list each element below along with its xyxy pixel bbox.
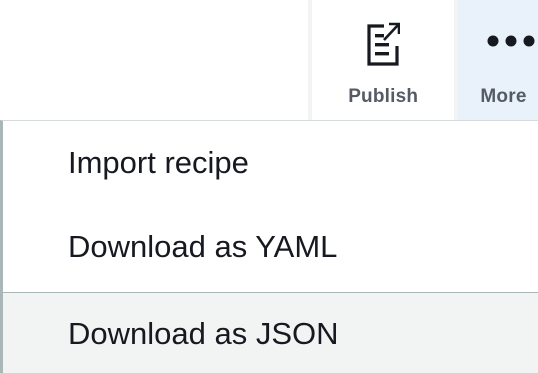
more-dots-icon bbox=[486, 34, 538, 53]
publish-icon bbox=[366, 20, 401, 71]
more-dropdown-menu: Import recipe Download as YAML Download … bbox=[0, 120, 538, 373]
more-button[interactable]: More bbox=[458, 0, 538, 120]
app-stage: Publish More Import recipe Download as Y… bbox=[0, 0, 538, 373]
more-label: More bbox=[480, 86, 527, 107]
toolbar: Publish More bbox=[308, 0, 538, 120]
publish-label: Publish bbox=[348, 86, 419, 107]
menu-item-download-json[interactable]: Download as JSON bbox=[3, 292, 538, 373]
menu-item-label: Download as YAML bbox=[68, 229, 338, 264]
publish-button[interactable]: Publish bbox=[311, 0, 455, 120]
menu-item-label: Download as JSON bbox=[68, 315, 339, 351]
menu-item-download-yaml[interactable]: Download as YAML bbox=[3, 205, 538, 289]
menu-item-label: Import recipe bbox=[68, 145, 249, 180]
menu-item-import-recipe[interactable]: Import recipe bbox=[3, 121, 538, 205]
